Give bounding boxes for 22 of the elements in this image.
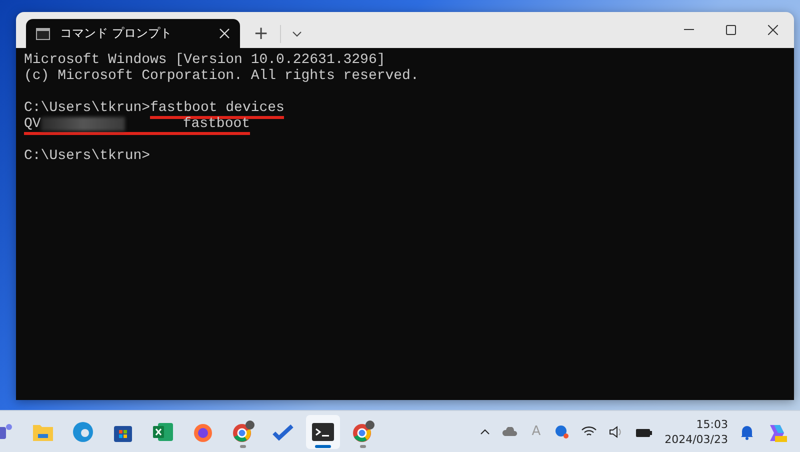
close-tab-icon[interactable] <box>219 28 230 39</box>
browser-icon <box>351 420 375 444</box>
console-text: Microsoft Windows [Version 10.0.22631.3296] <box>24 52 386 68</box>
cloud-icon[interactable] <box>500 424 520 438</box>
console-icon <box>36 28 50 40</box>
maximize-icon[interactable] <box>726 25 736 35</box>
status-text: fastboot <box>182 116 250 132</box>
console-text: (c) Microsoft Corporation. All rights reserved. <box>24 68 419 84</box>
new-tab-button[interactable]: + <box>246 19 276 48</box>
spreadsheet-icon <box>152 422 174 442</box>
prompt-text: C:\Users\tkrun> <box>24 148 150 164</box>
close-icon[interactable] <box>768 25 778 35</box>
browser-icon <box>231 420 255 444</box>
terminal-tab[interactable]: コマンド プロンプト <box>26 19 240 48</box>
serial-text: QV <box>24 116 41 132</box>
prompt-text: C:\Users\tkrun> <box>24 100 150 116</box>
terminal-icon <box>312 422 334 440</box>
tab-title: コマンド プロンプト <box>60 25 173 42</box>
clock[interactable]: 15:03 2024/03/23 <box>662 416 730 446</box>
checkmark-icon <box>272 422 294 440</box>
minimize-icon[interactable] <box>684 29 694 31</box>
taskbar-app[interactable] <box>306 414 340 448</box>
